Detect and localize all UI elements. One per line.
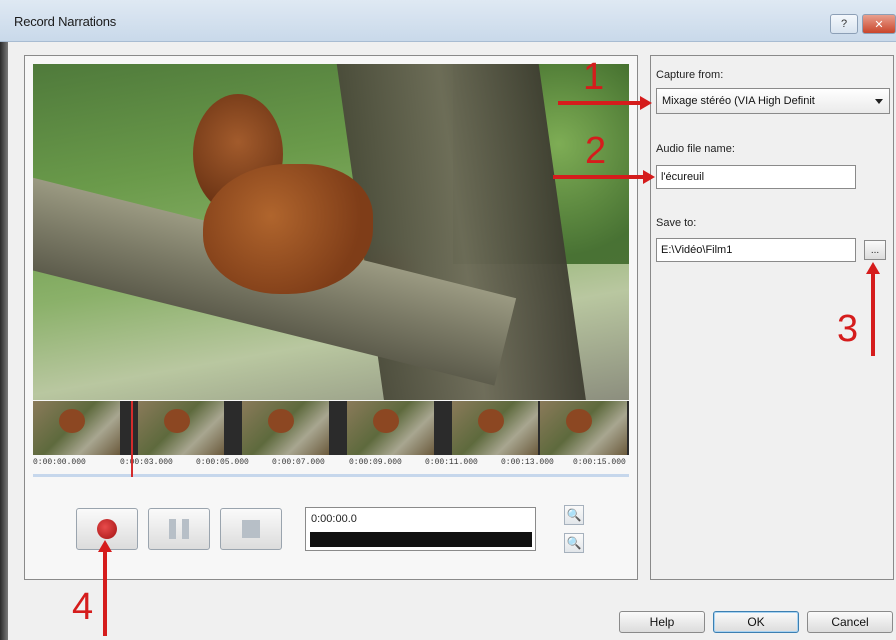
- annotation-arrowhead: [866, 262, 880, 274]
- filmstrip-frame: [451, 401, 539, 455]
- audio-file-name-input[interactable]: l'écureuil: [656, 165, 856, 189]
- zoom-in-icon: 🔍: [566, 536, 582, 550]
- close-icon[interactable]: ✕: [862, 14, 896, 34]
- annotation-arrowhead: [98, 540, 112, 552]
- pause-button[interactable]: [148, 508, 210, 550]
- filmstrip-frame: [347, 401, 434, 455]
- annotation-number: 2: [585, 130, 607, 172]
- timeline-tick: 0:00:00.000: [33, 458, 86, 467]
- annotation-arrow: [103, 552, 107, 636]
- save-to-label: Save to:: [656, 217, 697, 229]
- title-bar: Record Narrations ? ✕: [0, 0, 896, 42]
- help-button[interactable]: Help: [619, 611, 705, 633]
- capture-from-select[interactable]: Mixage stéréo (VIA High Definit: [656, 88, 890, 114]
- filmstrip-frame: [33, 401, 120, 455]
- counter-time: 0:00:00.0: [311, 513, 357, 525]
- help-icon[interactable]: ?: [830, 14, 858, 34]
- timeline-tick: 0:00:07.000: [272, 458, 325, 467]
- cancel-button[interactable]: Cancel: [807, 611, 893, 633]
- background-window-edge: [0, 42, 8, 640]
- timeline-tick: 0:00:15.000: [573, 458, 626, 467]
- playhead[interactable]: [131, 401, 133, 477]
- annotation-number: 4: [72, 586, 94, 628]
- filmstrip-gap: [121, 401, 138, 455]
- audio-file-name-label: Audio file name:: [656, 143, 735, 155]
- record-icon: [97, 519, 117, 539]
- zoom-in-button[interactable]: 🔍: [564, 533, 584, 553]
- audio-level-meter: [310, 532, 532, 547]
- capture-from-value: Mixage stéréo (VIA High Definit: [662, 95, 815, 107]
- capture-from-label: Capture from:: [656, 69, 724, 81]
- stop-button[interactable]: [220, 508, 282, 550]
- timeline-tick: 0:00:03.000: [120, 458, 173, 467]
- timeline-tick: 0:00:05.000: [196, 458, 249, 467]
- window-title: Record Narrations: [14, 14, 117, 29]
- annotation-number: 1: [583, 56, 605, 98]
- annotation-number: 3: [837, 308, 859, 350]
- record-narrations-dialog: Record Narrations ? ✕ 0:00:00.000 0:00:0…: [0, 0, 896, 640]
- stop-icon: [242, 520, 260, 538]
- timeline-tick: 0:00:11.000: [425, 458, 478, 467]
- annotation-arrow: [553, 175, 645, 179]
- zoom-out-button[interactable]: 🔍: [564, 505, 584, 525]
- filmstrip-frame: [540, 401, 627, 455]
- ok-button[interactable]: OK: [713, 611, 799, 633]
- annotation-arrow: [871, 274, 875, 356]
- timeline-tick: 0:00:13.000: [501, 458, 554, 467]
- annotation-arrow: [558, 101, 642, 105]
- filmstrip-gap: [435, 401, 452, 455]
- filmstrip-frame: [242, 401, 329, 455]
- video-preview: [33, 64, 629, 400]
- zoom-out-icon: 🔍: [566, 508, 582, 522]
- pause-icon: [166, 519, 192, 539]
- video-squirrel: [203, 164, 373, 294]
- filmstrip-gap: [330, 401, 348, 455]
- time-counter: 0:00:00.0: [305, 507, 536, 551]
- annotation-arrowhead: [643, 170, 655, 184]
- browse-button[interactable]: ...: [864, 240, 886, 260]
- filmstrip-frame: [137, 401, 225, 455]
- filmstrip-gap: [226, 401, 243, 455]
- filmstrip[interactable]: [33, 401, 629, 455]
- annotation-arrowhead: [640, 96, 652, 110]
- chevron-down-icon: [875, 99, 883, 104]
- save-to-input[interactable]: E:\Vidéo\Film1: [656, 238, 856, 262]
- timeline-tick: 0:00:09.000: [349, 458, 402, 467]
- timeline-ruler[interactable]: 0:00:00.000 0:00:03.000 0:00:05.000 0:00…: [33, 455, 629, 477]
